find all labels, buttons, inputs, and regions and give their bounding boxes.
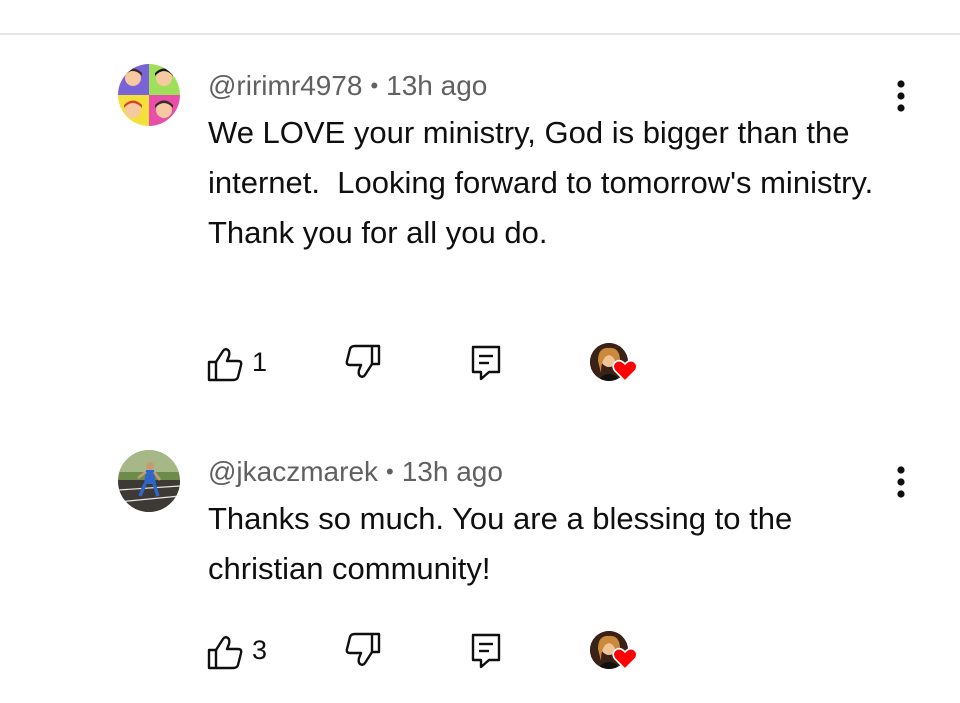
like-button[interactable]: 1: [206, 343, 286, 383]
heart-icon: [612, 359, 638, 383]
like-button[interactable]: 3: [206, 631, 286, 671]
thumbs-up-icon: [207, 636, 243, 670]
author-handle[interactable]: @ririmr4978: [208, 70, 362, 101]
creator-heart-badge: [590, 343, 646, 391]
comment-text: We LOVE your ministry, God is bigger tha…: [208, 115, 890, 250]
thumbs-down-icon: [345, 344, 381, 378]
thumbs-up-icon: [207, 348, 243, 382]
like-count: 3: [252, 635, 268, 665]
comment-meta: @jkaczmarek • 13h ago: [208, 454, 503, 490]
meta-separator: •: [370, 73, 379, 98]
author-handle[interactable]: @jkaczmarek: [208, 456, 378, 487]
reply-button[interactable]: [468, 631, 510, 671]
reply-button[interactable]: [468, 343, 510, 383]
thumbs-down-icon: [345, 632, 381, 666]
meta-separator: •: [386, 459, 394, 484]
like-count: 1: [252, 347, 268, 377]
comment-time[interactable]: 13h ago: [386, 70, 487, 101]
comment-meta: @ririmr4978 • 13h ago: [208, 68, 487, 104]
heart-icon: [612, 647, 638, 671]
comment-text: Thanks so much. You are a blessing to th…: [208, 501, 801, 586]
user-avatar[interactable]: [118, 64, 180, 126]
dislike-button[interactable]: [344, 343, 386, 383]
user-avatar[interactable]: [118, 450, 180, 512]
comment-time[interactable]: 13h ago: [402, 456, 503, 487]
dislike-button[interactable]: [344, 631, 386, 671]
reply-icon: [471, 345, 501, 381]
comments-page: @ririmr4978 • 13h ago We LOVE your ministr…: [0, 0, 960, 703]
reply-icon: [471, 633, 501, 669]
pop-art-portrait-avatar: [118, 64, 180, 126]
creator-heart-badge: [590, 631, 646, 679]
top-divider: [0, 33, 960, 35]
runner-track-avatar: [118, 450, 180, 512]
